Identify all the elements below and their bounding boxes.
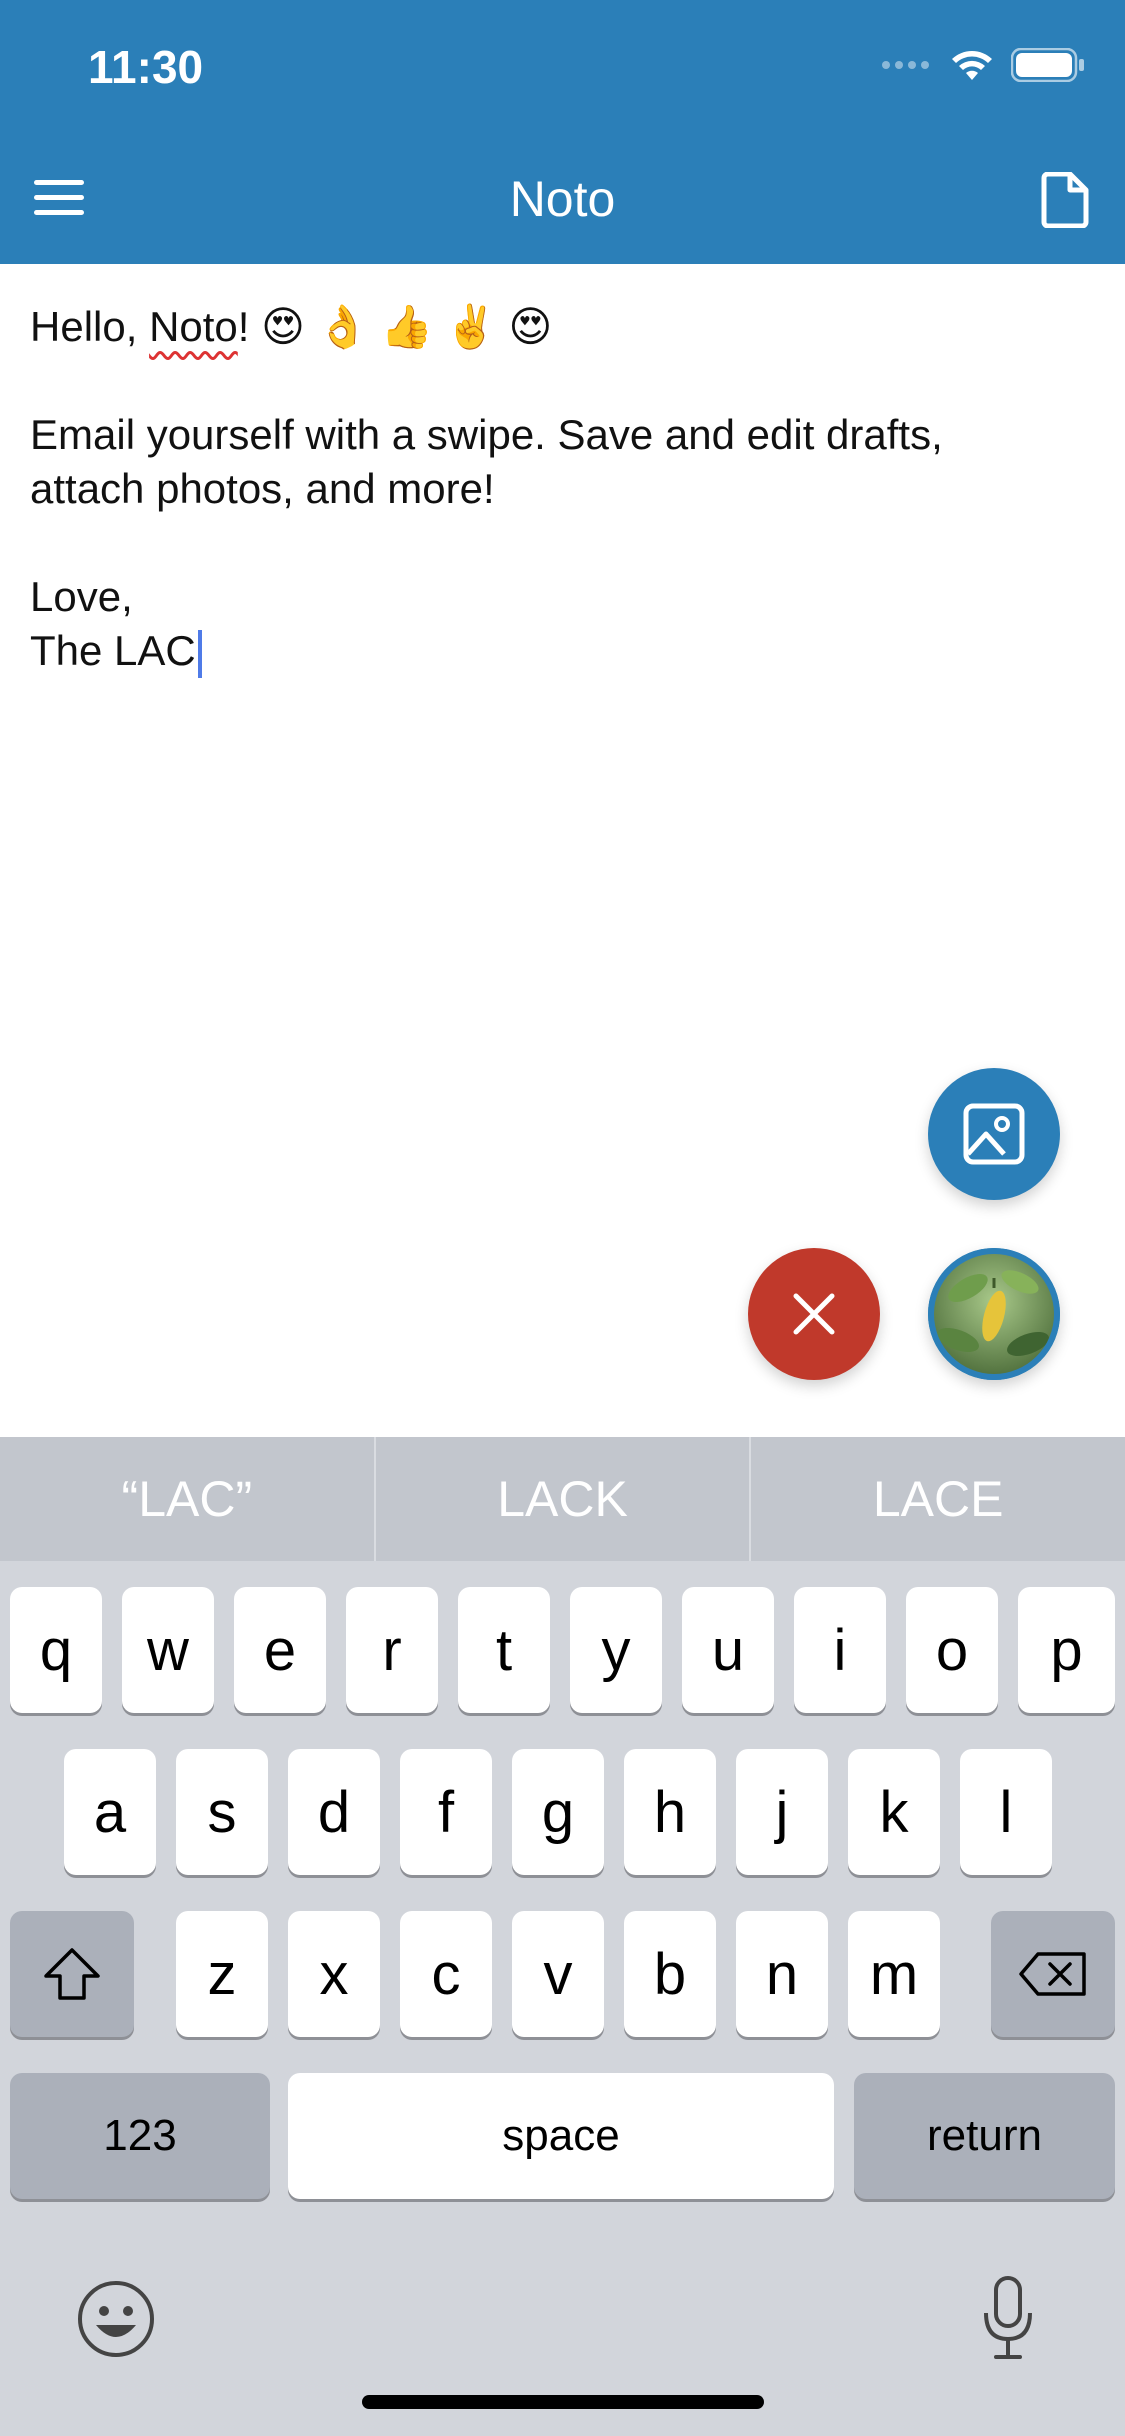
key-v[interactable]: v [512, 1911, 604, 2037]
app-header: 11:30 Noto [0, 0, 1125, 264]
editor-line: The LAC [30, 624, 1090, 678]
status-time: 11:30 [88, 41, 204, 93]
attached-photo-thumbnail[interactable] [928, 1248, 1060, 1380]
cancel-button[interactable] [748, 1248, 880, 1380]
key-i[interactable]: i [794, 1587, 886, 1713]
key-a[interactable]: a [64, 1749, 156, 1875]
backspace-icon [1019, 1952, 1086, 1996]
microphone-icon [984, 2276, 1032, 2359]
emoji-icon [78, 2281, 154, 2357]
key-e[interactable]: e [234, 1587, 326, 1713]
key-l[interactable]: l [960, 1749, 1052, 1875]
new-note-button[interactable] [1040, 171, 1090, 233]
signature-text: The LAC [30, 627, 196, 674]
misspelled-word[interactable]: Noto [149, 303, 238, 350]
delete-key[interactable] [991, 1911, 1115, 2037]
close-icon [793, 1293, 835, 1335]
key-p[interactable]: p [1018, 1587, 1115, 1713]
note-editor[interactable]: Hello, Noto! 😍 👌 👍 ✌️ 😍 Email yourself w… [30, 300, 1090, 678]
key-b[interactable]: b [624, 1911, 716, 2037]
key-z[interactable]: z [176, 1911, 268, 2037]
return-key[interactable]: return [854, 2073, 1115, 2199]
status-icons [881, 48, 1085, 82]
key-h[interactable]: h [624, 1749, 716, 1875]
key-q[interactable]: q [10, 1587, 102, 1713]
key-w[interactable]: w [122, 1587, 214, 1713]
key-k[interactable]: k [848, 1749, 940, 1875]
shift-key[interactable] [10, 1911, 134, 2037]
signal-icon [882, 61, 929, 69]
key-r[interactable]: r [346, 1587, 438, 1713]
key-x[interactable]: x [288, 1911, 380, 2037]
key-u[interactable]: u [682, 1587, 774, 1713]
editor-line: Hello, Noto! 😍 👌 👍 ✌️ 😍 [30, 300, 1090, 354]
key-s[interactable]: s [176, 1749, 268, 1875]
key-n[interactable]: n [736, 1911, 828, 2037]
photo-thumbnail-image [928, 1248, 1060, 1380]
attach-image-button[interactable] [928, 1068, 1060, 1200]
home-indicator[interactable] [362, 2395, 764, 2409]
key-d[interactable]: d [288, 1749, 380, 1875]
suggestion-bar: “LAC” LACK LACE [0, 1437, 1125, 1561]
text-cursor [197, 629, 202, 678]
greeting-emojis: ! 😍 👌 👍 ✌️ 😍 [237, 303, 553, 350]
dictation-button[interactable] [980, 2275, 1036, 2366]
page-title: Noto [509, 171, 616, 227]
suggestion-item[interactable]: LACK [373, 1437, 750, 1561]
numbers-key[interactable]: 123 [10, 2073, 270, 2199]
keyboard: “LAC” LACK LACE q w e r t y u i o p a s … [0, 1437, 1125, 2436]
battery-icon [1011, 48, 1084, 82]
editor-line: Email yourself with a swipe. Save and ed… [30, 411, 943, 458]
key-c[interactable]: c [400, 1911, 492, 2037]
editor-line: attach photos, and more! [30, 465, 495, 512]
new-document-icon [1041, 171, 1089, 229]
editor-line: Love, [30, 573, 133, 620]
emoji-keyboard-button[interactable] [76, 2279, 156, 2364]
key-o[interactable]: o [906, 1587, 998, 1713]
key-t[interactable]: t [458, 1587, 550, 1713]
key-f[interactable]: f [400, 1749, 492, 1875]
key-j[interactable]: j [736, 1749, 828, 1875]
key-y[interactable]: y [570, 1587, 662, 1713]
suggestion-item[interactable]: LACE [749, 1437, 1125, 1561]
key-m[interactable]: m [848, 1911, 940, 2037]
image-icon [963, 1103, 1025, 1165]
space-key[interactable]: space [288, 2073, 834, 2199]
suggestion-item[interactable]: “LAC” [0, 1437, 374, 1561]
greeting-text: Hello, [30, 303, 150, 350]
wifi-icon [952, 51, 992, 80]
key-g[interactable]: g [512, 1749, 604, 1875]
shift-icon [44, 1948, 100, 2000]
